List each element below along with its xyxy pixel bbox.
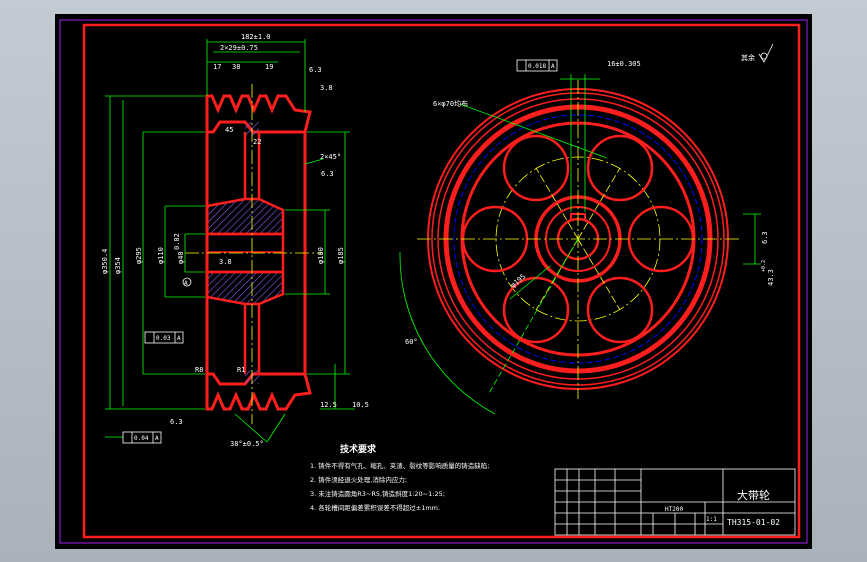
dim-key-width: 16±0.305 xyxy=(607,60,641,68)
drawing-sheet: 182±1.0 2×29±0.75 17 38 19 3.8 6.3 45 22… xyxy=(55,14,812,549)
dim-top-38: 38 xyxy=(232,63,240,71)
tech-req-item-1: 1. 铸件不得有气孔、缩孔、夹渣、裂纹等影响质量的铸造缺陷; xyxy=(310,461,489,470)
tech-req-title: 技术要求 xyxy=(340,443,377,455)
tech-req-item-3: 3. 未注铸造圆角R3~R5,铸造斜度1:20~1:25; xyxy=(310,489,445,498)
dim-110: φ110 xyxy=(157,247,165,264)
technical-requirements: 技术要求 1. 铸件不得有气孔、缩孔、夹渣、裂纹等影响质量的铸造缺陷; 2. 铸… xyxy=(310,443,489,512)
dim-chamfer: 2×45° xyxy=(320,153,341,161)
dim-22: 22 xyxy=(253,138,261,146)
datum-a-marker: A xyxy=(182,277,192,287)
title-material: HT200 xyxy=(665,506,683,513)
dim-od-1: φ350.4 xyxy=(101,249,109,274)
fcf-runout: 0.04 A xyxy=(122,431,162,444)
ra-10: 10.5 xyxy=(352,401,369,409)
dim-rim-3-8: 3.8 xyxy=(320,84,333,92)
dim-top-19: 19 xyxy=(265,63,273,71)
fcf-sym-value: 0.018 xyxy=(528,63,546,70)
drawing-canvas: 182±1.0 2×29±0.75 17 38 19 3.8 6.3 45 22… xyxy=(59,19,808,544)
fcf-perpendicularity: 0.03 A xyxy=(144,331,184,344)
fcf-sym-datum: A xyxy=(551,63,555,70)
title-part-name: 大带轮 xyxy=(737,488,770,502)
fcf-perp-datum: A xyxy=(177,335,181,342)
dim-100: φ100 xyxy=(317,247,325,264)
side-section-view xyxy=(185,84,323,424)
svg-text:A: A xyxy=(184,280,188,287)
dim-angle: 38°±0.5° xyxy=(230,440,264,448)
fcf-runout-value: 0.04 xyxy=(134,435,149,442)
dim-295: φ295 xyxy=(135,247,143,264)
dim-top-17: 17 xyxy=(213,63,221,71)
dim-geom-a: 0.02 xyxy=(173,233,181,250)
fcf-runout-datum: A xyxy=(155,435,159,442)
roughness-remaining-symbol xyxy=(758,43,774,63)
front-view xyxy=(417,80,740,399)
ra-right: 12.5 xyxy=(320,401,337,409)
tech-req-item-4: 4. 各轮槽间距偏差累积误差不得超过±1mm. xyxy=(310,503,440,512)
dim-bore: φ40 xyxy=(177,251,185,264)
dim-45: 45 xyxy=(225,126,233,134)
ra-chamfer: 6.3 xyxy=(321,170,334,178)
dim-keyway-tol: +0.2 xyxy=(761,260,767,272)
ra-bottom: 6.3 xyxy=(170,418,183,426)
dim-hub-3-8: 3.8 xyxy=(219,258,232,266)
ra-remaining-label: 其余 xyxy=(741,53,755,62)
fcf-perp-value: 0.03 xyxy=(156,335,171,342)
hub-lower-section xyxy=(205,270,285,306)
dim-r8: R8 xyxy=(195,366,203,374)
ra-top: 6.3 xyxy=(309,66,322,74)
dim-angle-60: 60° xyxy=(405,338,418,346)
title-scale: 1:1 xyxy=(706,516,717,523)
fcf-symmetry: 0.018 A xyxy=(516,59,558,72)
dim-od-2: φ354 xyxy=(114,257,122,274)
dim-holes: 6×φ70均布 xyxy=(433,99,468,108)
dim-r1: R1 xyxy=(237,366,245,374)
hub-upper-section xyxy=(205,197,285,236)
dim-keyway-depth: 43.3 xyxy=(767,269,775,286)
tech-req-item-2: 2. 铸件须经退火处理,消除内应力; xyxy=(310,475,407,484)
dim-185: φ185 xyxy=(337,247,345,264)
dim-top-overall: 182±1.0 xyxy=(241,33,271,41)
dim-top-groove-span: 2×29±0.75 xyxy=(220,44,258,52)
title-drawing-no: TH315-01-02 xyxy=(727,518,780,527)
ra-key: 6.3 xyxy=(761,231,769,244)
